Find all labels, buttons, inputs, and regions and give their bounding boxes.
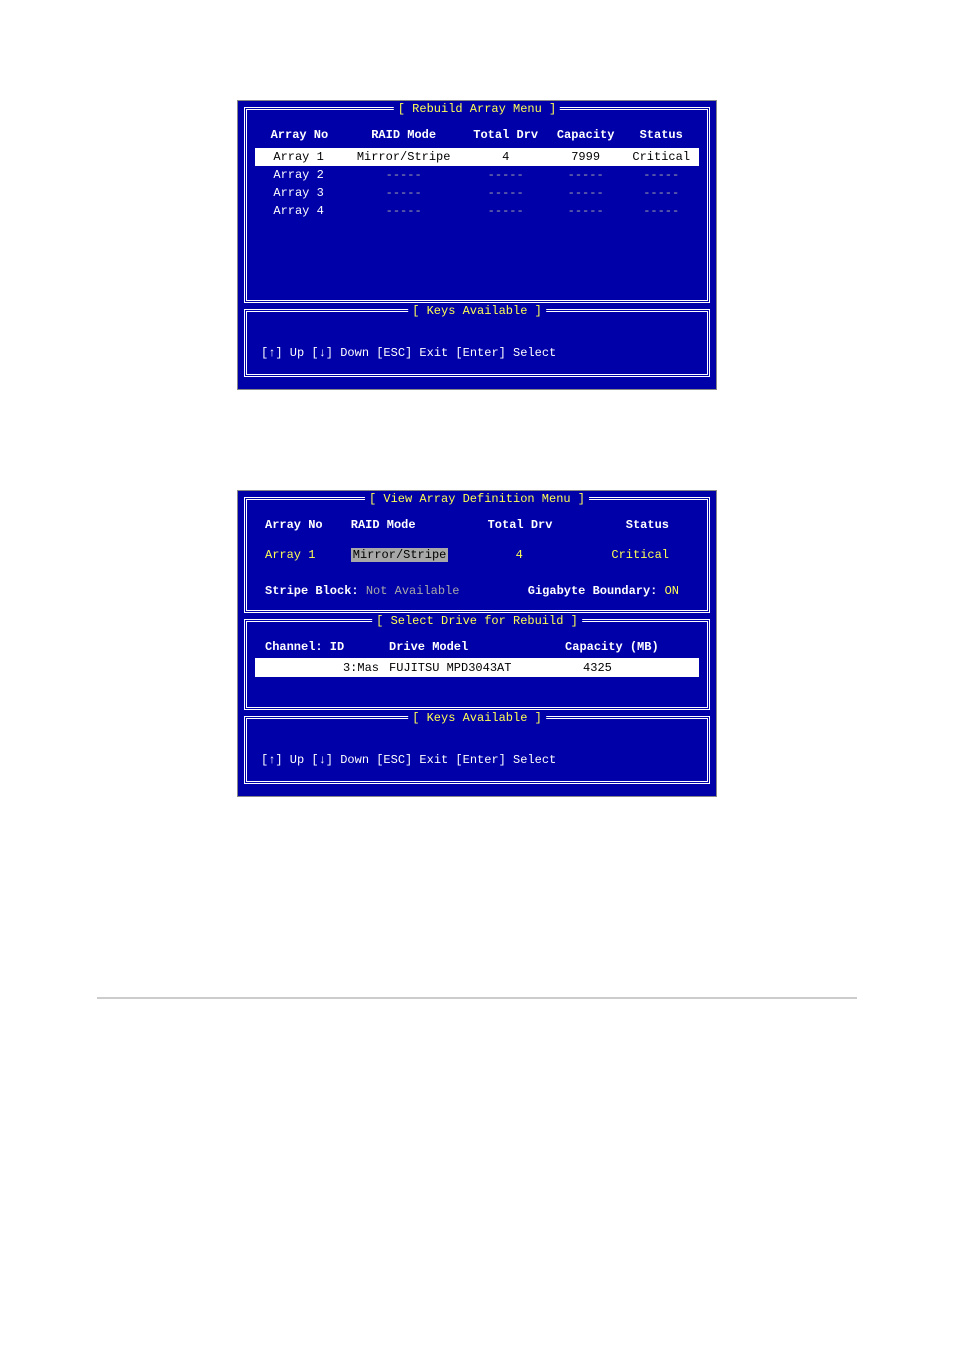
col-array-no: Array No — [255, 512, 349, 538]
view-array-def-panel: [ View Array Definition Menu ] Array No … — [237, 490, 717, 797]
view-array-table: Array No RAID Mode Total Drv Status Arra… — [255, 512, 699, 564]
view-array-def-box: [ View Array Definition Menu ] Array No … — [244, 497, 710, 613]
table-row[interactable]: 3:Mas FUJITSU MPD3043AT 4325 — [255, 659, 699, 678]
stripe-block: Stripe Block: Not Available — [265, 584, 459, 598]
table-row[interactable]: Array 3 ----- ----- ----- ----- — [255, 184, 699, 202]
col-status: Status — [623, 122, 699, 148]
table-row[interactable]: Array 1 Mirror/Stripe 4 Critical — [255, 538, 699, 564]
keys-available-text: [↑] Up [↓] Down [ESC] Exit [Enter] Selec… — [255, 324, 699, 364]
rebuild-array-title: [ Rebuild Array Menu ] — [394, 102, 560, 116]
col-drive-model: Drive Model — [387, 634, 563, 659]
col-raid-mode: RAID Mode — [349, 512, 486, 538]
col-array-no: Array No — [255, 122, 344, 148]
keys-available-box-2: [ Keys Available ] [↑] Up [↓] Down [ESC]… — [244, 716, 710, 784]
col-channel-id: Channel: ID — [255, 634, 387, 659]
drive-table: Channel: ID Drive Model Capacity (MB) 3:… — [255, 634, 699, 677]
col-total-drv: Total Drv — [486, 512, 579, 538]
table-row[interactable]: Array 4 ----- ----- ----- ----- — [255, 202, 699, 220]
col-capacity: Capacity — [548, 122, 624, 148]
table-row[interactable]: Array 1 Mirror/Stripe 4 7999 Critical — [255, 148, 699, 166]
col-total-drv: Total Drv — [464, 122, 548, 148]
keys-available-text-2: [↑] Up [↓] Down [ESC] Exit [Enter] Selec… — [255, 731, 699, 771]
gigabyte-boundary: Gigabyte Boundary: ON — [528, 584, 689, 598]
rebuild-array-box: [ Rebuild Array Menu ] Array No RAID Mod… — [244, 107, 710, 303]
table-row[interactable]: Array 2 ----- ----- ----- ----- — [255, 166, 699, 184]
select-drive-box: [ Select Drive for Rebuild ] Channel: ID… — [244, 619, 710, 710]
rebuild-array-table: Array No RAID Mode Total Drv Capacity St… — [255, 122, 699, 220]
rebuild-array-panel: [ Rebuild Array Menu ] Array No RAID Mod… — [237, 100, 717, 390]
keys-available-title: [ Keys Available ] — [408, 304, 546, 318]
select-drive-title: [ Select Drive for Rebuild ] — [372, 614, 582, 628]
col-status: Status — [578, 512, 699, 538]
selected-mode: Mirror/Stripe — [351, 548, 449, 562]
col-capacity-mb: Capacity (MB) — [563, 634, 699, 659]
footer-divider — [97, 997, 857, 999]
keys-available-title-2: [ Keys Available ] — [408, 711, 546, 725]
col-raid-mode: RAID Mode — [344, 122, 464, 148]
keys-available-box: [ Keys Available ] [↑] Up [↓] Down [ESC]… — [244, 309, 710, 377]
view-array-def-title: [ View Array Definition Menu ] — [365, 492, 589, 506]
